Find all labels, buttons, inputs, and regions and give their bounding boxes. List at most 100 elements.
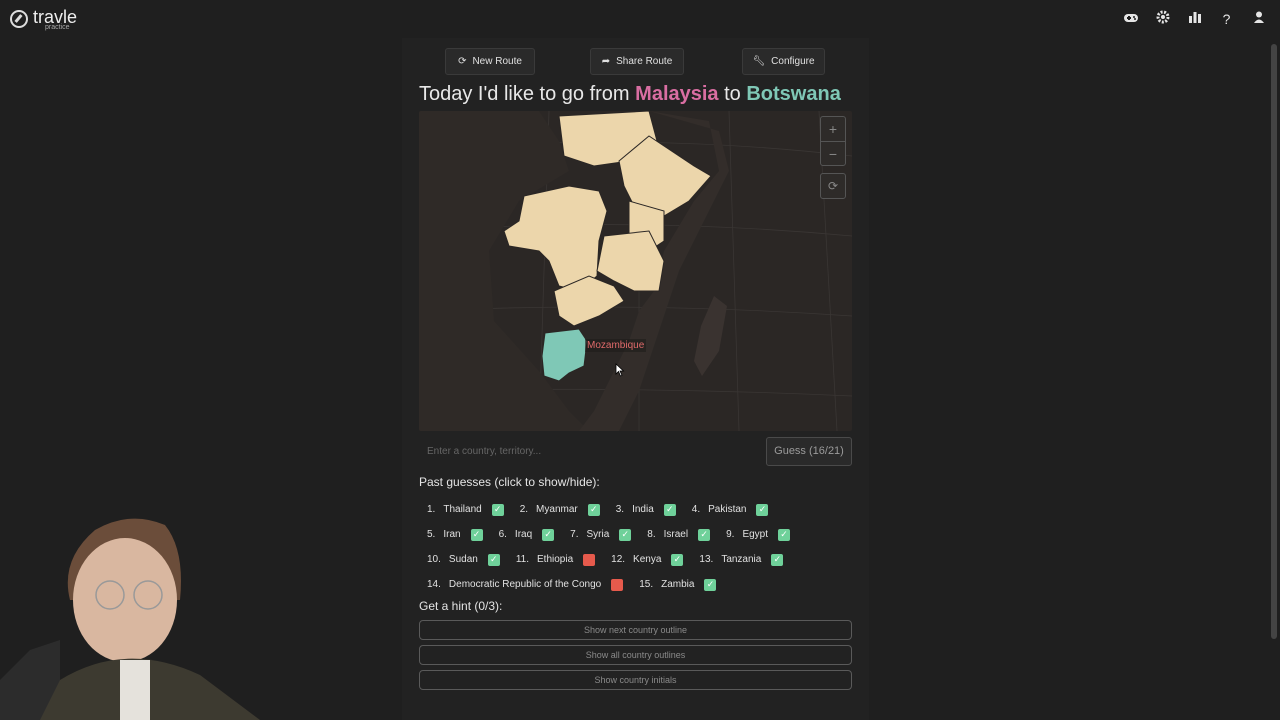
guess-item[interactable]: 15. Zambia ✓ [631, 575, 724, 595]
guess-number: 3. [615, 504, 625, 515]
guess-number: 10. [427, 554, 441, 565]
guess-number: 13. [699, 554, 714, 565]
guess-country: Syria [586, 529, 610, 540]
guess-item[interactable]: 8. Israel ✓ [639, 525, 718, 545]
guess-country: Zambia [661, 579, 695, 590]
check-icon: ✓ [698, 528, 711, 541]
guess-item[interactable]: 7. Syria ✓ [562, 525, 639, 545]
guess-number: 8. [647, 529, 656, 540]
guess-country: Ethiopia [537, 554, 574, 565]
guess-item[interactable]: 12. Kenya ✓ [603, 550, 691, 570]
target-country: Botswana [746, 83, 841, 105]
guess-row: 10. Sudan ✓ 11. Ethiopia 12. Kenya ✓ 13. Tanza… [419, 547, 859, 572]
guess-button[interactable]: Guess (16/21) [766, 437, 852, 466]
guess-item[interactable]: 9. Egypt ✓ [718, 525, 798, 545]
guess-country: Kenya [633, 554, 662, 565]
guess-country: Sudan [448, 554, 478, 565]
guess-country: Egypt [742, 529, 769, 540]
wrong-icon [611, 578, 624, 591]
map[interactable]: + − ⟳ Mozambique [419, 111, 852, 431]
help-icon[interactable]: ? [1219, 10, 1234, 28]
check-icon: ✓ [587, 503, 600, 516]
wrong-icon [583, 553, 596, 566]
hint-title: Get a hint (0/3): [419, 599, 503, 613]
map-tooltip: Mozambique [585, 339, 647, 352]
webcam-overlay [0, 510, 280, 720]
guess-number: 7. [570, 529, 579, 540]
show-initials-button[interactable]: Show country initials [419, 670, 852, 690]
guess-country: Iraq [514, 529, 533, 540]
guess-country: Israel [663, 529, 689, 540]
guess-item[interactable]: 13. Tanzania ✓ [691, 550, 791, 570]
guess-item[interactable]: 1. Thailand ✓ [419, 500, 512, 520]
reset-view-button[interactable]: ⟳ [820, 173, 846, 199]
past-guesses-title: Past guesses (click to show/hide): [419, 475, 600, 489]
scrollbar[interactable] [1271, 44, 1277, 639]
guess-number: 12. [611, 554, 626, 565]
guess-item[interactable]: 14. Democratic Republic of the Congo [419, 575, 631, 595]
show-next-outline-button[interactable]: Show next country outline [419, 620, 852, 640]
guess-item[interactable]: 2. Myanmar ✓ [512, 500, 608, 520]
route-headline: Today I'd like to go from Malaysia to Bo… [419, 83, 841, 106]
guess-country: Thailand [443, 504, 482, 515]
madagascar [694, 296, 727, 376]
check-icon: ✓ [671, 553, 684, 566]
guess-number: 4. [691, 504, 701, 515]
guess-number: 5. [427, 529, 436, 540]
guess-country: Iran [443, 529, 461, 540]
top-bar: travle practice ? [0, 0, 1280, 38]
guess-number: 11. [515, 554, 529, 565]
configure-label: Configure [771, 56, 815, 67]
gear-icon[interactable] [1155, 10, 1170, 28]
check-icon: ✓ [704, 578, 717, 591]
share-route-label: Share Route [616, 56, 673, 67]
check-icon: ✓ [778, 528, 791, 541]
share-icon: ➦ [601, 56, 611, 67]
app-subtitle: practice [45, 24, 70, 31]
guess-country: Tanzania [721, 554, 762, 565]
guess-number: 14. [427, 579, 441, 590]
guess-row: 5. Iran ✓ 6. Iraq ✓ 7. Syria ✓ 8. Israel ✓ 9. Egy… [419, 522, 859, 547]
guess-country: Democratic Republic of the Congo [448, 579, 602, 590]
guess-number: 6. [498, 529, 507, 540]
wrench-icon: 🔧︎ [752, 56, 766, 67]
guess-item[interactable]: 4. Pakistan ✓ [684, 500, 777, 520]
user-icon[interactable] [1251, 10, 1266, 28]
zoom-in-button[interactable]: + [821, 117, 845, 141]
check-icon: ✓ [619, 528, 632, 541]
zoom-out-button[interactable]: − [821, 141, 845, 165]
guess-item[interactable]: 6. Iraq ✓ [491, 525, 563, 545]
guess-item[interactable]: 10. Sudan ✓ [419, 550, 508, 570]
guess-country: Pakistan [708, 504, 747, 515]
past-guesses-list: 1. Thailand ✓ 2. Myanmar ✓ 3. India ✓ 4. Pakist… [419, 497, 859, 597]
check-icon: ✓ [756, 503, 769, 516]
check-icon: ✓ [491, 503, 504, 516]
new-route-button[interactable]: ⟳ New Route [445, 48, 535, 75]
country-drc [503, 185, 608, 292]
guess-item[interactable]: 3. India ✓ [608, 500, 684, 520]
guess-item[interactable]: 5. Iran ✓ [419, 525, 491, 545]
map-canvas[interactable] [419, 111, 852, 431]
country-input[interactable]: Enter a country, territory... [419, 438, 764, 466]
cursor-icon [615, 363, 625, 377]
guess-item[interactable]: 11. Ethiopia [508, 550, 603, 570]
guess-row: 14. Democratic Republic of the Congo 15. Z… [419, 572, 859, 597]
gamepad-icon[interactable] [1123, 10, 1138, 28]
guess-number: 2. [519, 504, 529, 515]
webcam-image [0, 510, 280, 720]
start-country: Malaysia [635, 83, 719, 105]
guess-number: 15. [639, 579, 654, 590]
check-icon: ✓ [487, 553, 500, 566]
guess-country: India [632, 504, 654, 515]
configure-button[interactable]: 🔧︎ Configure [742, 48, 825, 75]
country-tanzania [596, 230, 665, 292]
check-icon: ✓ [542, 528, 555, 541]
guess-number: 1. [427, 504, 436, 515]
guess-row: 1. Thailand ✓ 2. Myanmar ✓ 3. India ✓ 4. Pakist… [419, 497, 859, 522]
guess-country: Myanmar [536, 504, 578, 515]
show-all-outlines-button[interactable]: Show all country outlines [419, 645, 852, 665]
share-route-button[interactable]: ➦ Share Route [590, 48, 684, 75]
guess-number: 9. [726, 529, 735, 540]
bar-chart-icon[interactable] [1187, 10, 1202, 28]
check-icon: ✓ [771, 553, 784, 566]
